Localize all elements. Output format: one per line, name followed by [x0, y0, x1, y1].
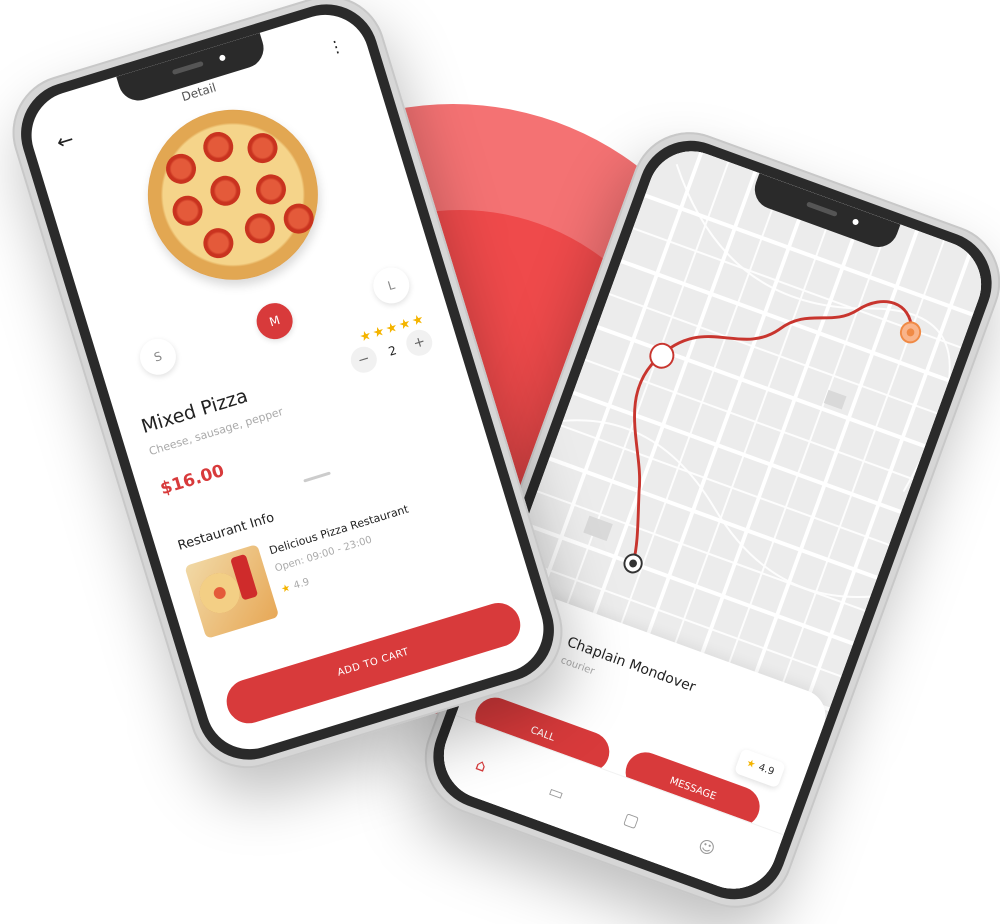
size-s-button[interactable]: S: [135, 334, 181, 380]
book-icon[interactable]: ▭: [542, 780, 570, 808]
bag-icon[interactable]: ▢: [617, 807, 645, 835]
star-icon: ★: [280, 582, 292, 596]
quantity-value: 2: [386, 343, 399, 359]
size-l-button[interactable]: L: [368, 262, 414, 308]
courier-rating-badge: ★4.9: [733, 748, 787, 789]
item-price: $16.00: [158, 460, 227, 500]
restaurant-thumbnail: [184, 543, 280, 639]
plus-button[interactable]: +: [403, 326, 436, 359]
sheet-handle[interactable]: [302, 471, 331, 483]
home-icon[interactable]: ⌂: [467, 752, 495, 780]
restaurant-rating: ★4.9: [280, 577, 311, 596]
minus-button[interactable]: −: [347, 343, 381, 376]
star-icon: ★: [744, 757, 757, 772]
restaurant-rating-value: 4.9: [292, 576, 311, 592]
pizza-image: [126, 88, 340, 301]
section-title: Restaurant Info: [176, 510, 277, 554]
size-m-button[interactable]: M: [252, 298, 298, 344]
courier-rating-value: 4.9: [756, 762, 776, 778]
user-icon[interactable]: ☺: [692, 835, 720, 863]
